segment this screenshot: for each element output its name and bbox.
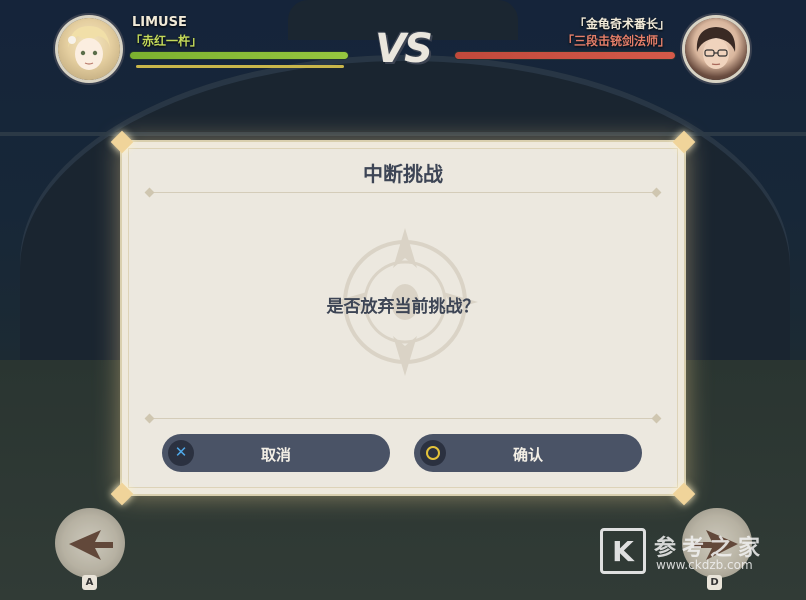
opponent-title-1: 「金龟奇术番长」 — [573, 17, 670, 31]
player-health-bar — [130, 52, 348, 59]
opponent-avatar — [685, 18, 747, 80]
dialog-message: 是否放弃当前挑战？ — [326, 297, 480, 317]
player-title: 「赤红一杵」 — [130, 34, 203, 48]
player-avatar — [58, 18, 120, 80]
confirm-button-label: 确认 — [512, 446, 543, 464]
opponent-health-bar — [455, 52, 675, 59]
watermark-logo: K — [600, 528, 646, 574]
cancel-button-label: 取消 — [260, 446, 291, 464]
confirm-button[interactable]: 确认 — [414, 434, 642, 472]
dialog-divider — [150, 192, 656, 193]
arrow-left-icon — [69, 530, 113, 560]
abort-challenge-dialog: 中断挑战 是否放弃当前挑战？ ✕ 取消 确认 — [110, 130, 696, 506]
key-hint-a: A — [82, 575, 97, 590]
watermark-logo-letter: K — [612, 535, 634, 568]
dialog-divider — [150, 418, 656, 419]
dialog-title: 中断挑战 — [363, 162, 443, 186]
opponent-portrait-icon — [696, 27, 736, 69]
site-watermark: K 参考之家 www.ckdzb.com — [600, 528, 800, 578]
watermark-url: www.ckdzb.com — [656, 558, 753, 572]
player-energy-bar — [136, 65, 344, 68]
player-name: LIMUSE — [132, 15, 187, 30]
move-left-control[interactable] — [55, 508, 125, 578]
player-portrait-icon — [68, 26, 110, 70]
cancel-button[interactable]: ✕ 取消 — [162, 434, 390, 472]
opponent-title-2: 「三段击铳剑法师」 — [561, 34, 670, 48]
vs-label: VS — [375, 26, 433, 72]
